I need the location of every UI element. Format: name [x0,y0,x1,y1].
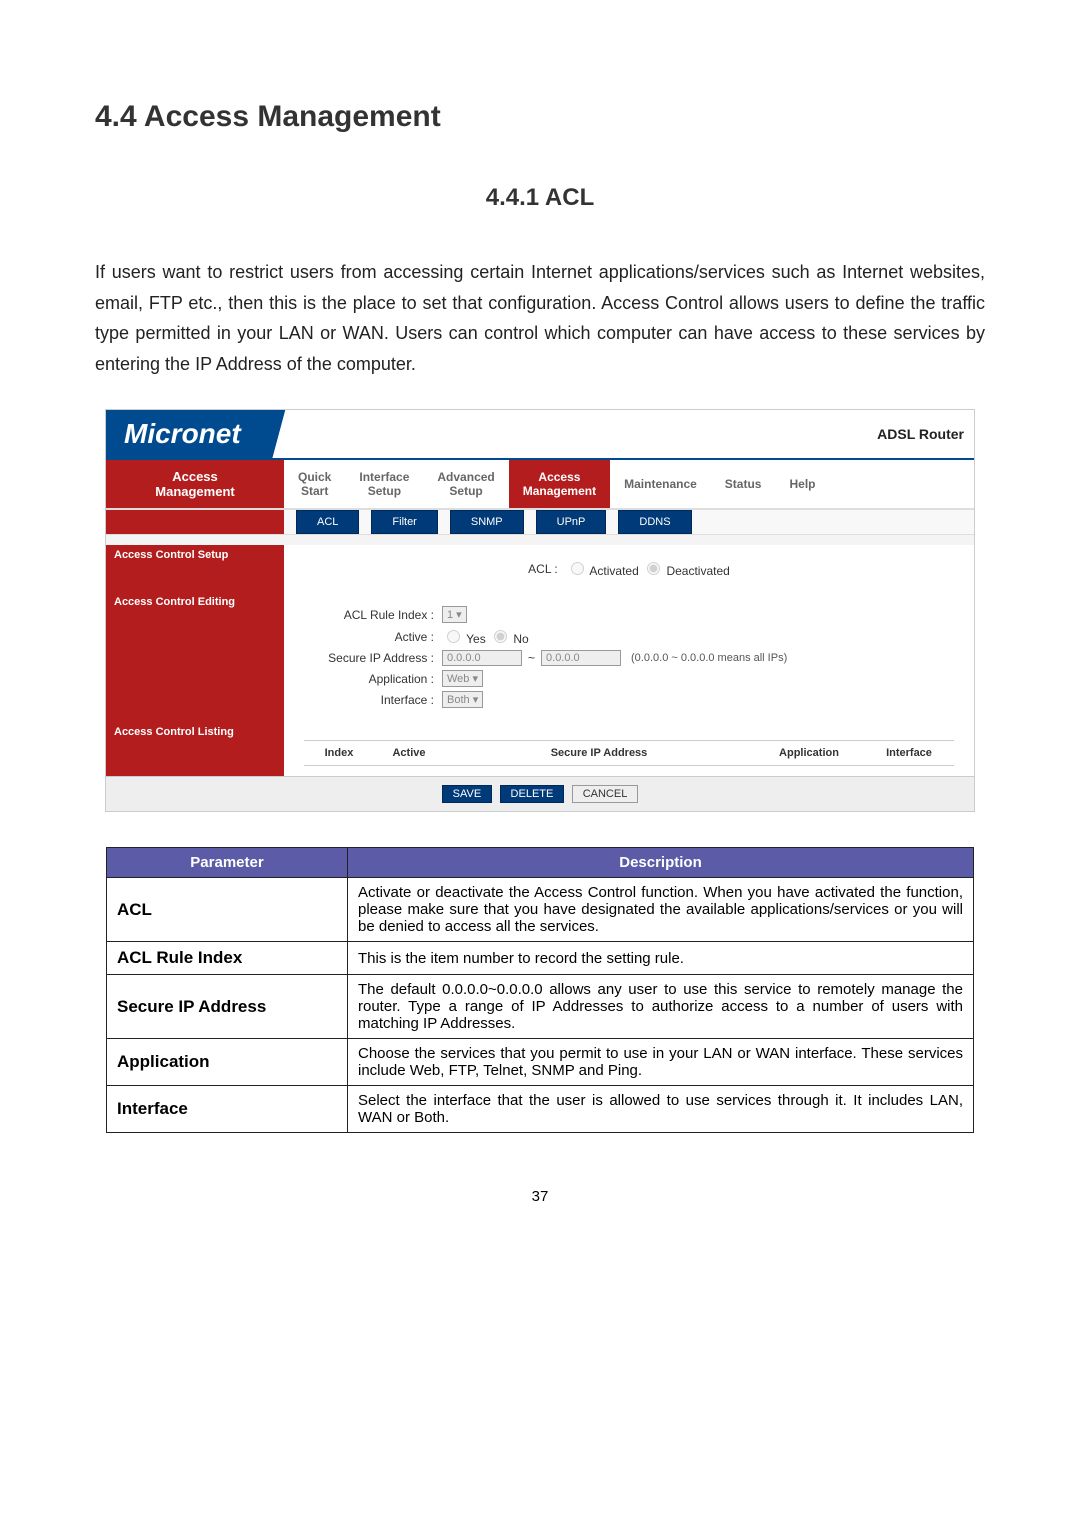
rule-index-select[interactable]: 1 ▾ [442,606,467,623]
application-label: Application : [304,672,442,686]
table-row: Secure IP Address The default 0.0.0.0~0.… [107,975,974,1039]
param-desc: This is the item number to record the se… [348,942,974,975]
param-name: Secure IP Address [107,975,348,1039]
tab-advanced-setup[interactable]: Advanced Setup [423,460,508,508]
side-tab-line2: Management [106,484,284,499]
subsection-heading: 4.4.1 ACL [95,184,985,212]
acl-label: ACL : [528,562,558,576]
side-tab-line1: Access [106,469,284,484]
th-description: Description [348,848,974,878]
table-row: ACL Rule Index This is the item number t… [107,942,974,975]
page-number: 37 [95,1188,985,1205]
param-name: Interface [107,1086,348,1133]
subtab-acl[interactable]: ACL [296,510,359,534]
parameter-table: Parameter Description ACL Activate or de… [106,847,974,1133]
listing-h-interface: Interface [864,747,954,759]
button-row: SAVE DELETE CANCEL [106,776,974,811]
param-desc: Choose the services that you permit to u… [348,1039,974,1086]
active-radio-no[interactable]: No [489,627,529,646]
acl-deactivated-text: Deactivated [666,564,729,578]
rule-index-label: ACL Rule Index : [304,608,442,622]
tab-quick-start[interactable]: Quick Start [284,460,345,508]
brand-logo: Micronet [106,410,269,458]
param-name: ACL Rule Index [107,942,348,975]
side-tab-access-mgmt[interactable]: Access Management [106,460,284,508]
param-name: ACL [107,878,348,942]
acl-activated-text: Activated [589,564,638,578]
secure-ip-label: Secure IP Address : [304,651,442,665]
param-name: Application [107,1039,348,1086]
tab-access-management[interactable]: Access Management [509,460,610,508]
listing-h-application: Application [754,747,864,759]
ip-note: (0.0.0.0 ~ 0.0.0.0 means all IPs) [631,652,787,664]
section-bar-setup: Access Control Setup [106,545,284,592]
tab-maintenance[interactable]: Maintenance [610,467,711,501]
interface-select[interactable]: Both ▾ [442,691,483,708]
delete-button[interactable]: DELETE [500,785,565,803]
section-bar-editing: Access Control Editing [106,592,284,722]
table-row: Application Choose the services that you… [107,1039,974,1086]
subtab-upnp[interactable]: UPnP [536,510,607,534]
listing-header-row: Index Active Secure IP Address Applicati… [304,740,954,766]
interface-label: Interface : [304,693,442,707]
acl-radio-activated[interactable]: Activated [566,559,639,578]
save-button[interactable]: SAVE [442,785,493,803]
tab-help[interactable]: Help [775,467,829,501]
th-parameter: Parameter [107,848,348,878]
table-row: ACL Activate or deactivate the Access Co… [107,878,974,942]
ip-sep: ~ [528,651,535,665]
listing-h-index: Index [304,747,374,759]
section-bar-listing: Access Control Listing [106,722,284,776]
ip-to-input[interactable] [541,650,621,666]
subtab-filter[interactable]: Filter [371,510,437,534]
param-desc: Activate or deactivate the Access Contro… [348,878,974,942]
active-radio-yes[interactable]: Yes [442,627,486,646]
ip-from-input[interactable] [442,650,522,666]
tab-interface-setup[interactable]: Interface Setup [345,460,423,508]
listing-h-secure: Secure IP Address [444,747,754,759]
cancel-button[interactable]: CANCEL [572,785,639,803]
subtab-ddns[interactable]: DDNS [618,510,691,534]
side-spacer [106,510,284,534]
param-desc: Select the interface that the user is al… [348,1086,974,1133]
intro-paragraph: If users want to restrict users from acc… [95,257,985,379]
section-heading: 4.4 Access Management [95,100,985,134]
acl-radio-deactivated[interactable]: Deactivated [642,559,730,578]
tab-status[interactable]: Status [711,467,776,501]
router-ui-screenshot: Micronet ADSL Router Access Management Q… [105,409,975,812]
subtab-snmp[interactable]: SNMP [450,510,524,534]
device-type-label: ADSL Router [877,426,964,442]
listing-h-active: Active [374,747,444,759]
application-select[interactable]: Web ▾ [442,670,483,687]
param-desc: The default 0.0.0.0~0.0.0.0 allows any u… [348,975,974,1039]
table-row: Interface Select the interface that the … [107,1086,974,1133]
active-label: Active : [304,630,442,644]
